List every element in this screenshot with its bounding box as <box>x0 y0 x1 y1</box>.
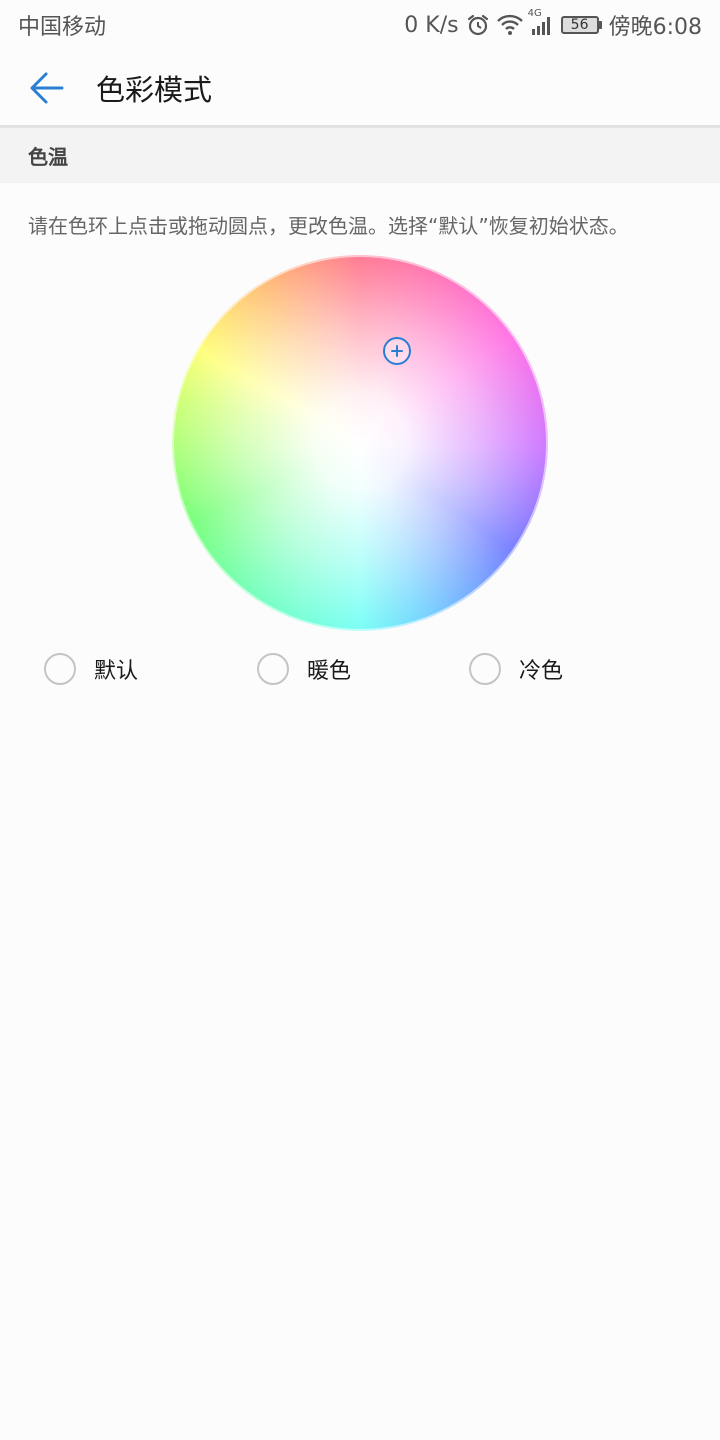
network-type-label: 4G <box>527 8 542 19</box>
color-wheel-handle[interactable] <box>383 337 411 365</box>
battery-level: 56 <box>560 16 599 34</box>
section-header-color-temperature: 色温 <box>0 128 720 183</box>
color-wheel[interactable] <box>172 255 548 631</box>
option-label-default: 默认 <box>94 659 139 684</box>
preset-options: 默认 暖色 冷色 <box>0 640 720 698</box>
option-default[interactable]: 默认 <box>44 640 138 698</box>
status-indicators: 0 K/s 4G 56 傍晚6:08 <box>404 8 702 41</box>
status-bar: 中国移动 0 K/s 4G 56 傍晚6:08 <box>0 0 720 50</box>
signal-icon: 4G <box>528 8 554 36</box>
arrow-left-icon <box>30 72 64 104</box>
carrier-name: 中国移动 <box>18 15 107 40</box>
alarm-icon <box>466 13 490 37</box>
instruction-text: 请在色环上点击或拖动圆点，更改色温。选择“默认”恢复初始状态。 <box>28 214 629 238</box>
app-bar: 色彩模式 <box>0 50 720 126</box>
back-button[interactable] <box>15 56 79 120</box>
clock: 傍晚6:08 <box>608 15 702 40</box>
radio-button-default[interactable] <box>44 653 76 685</box>
battery-icon: 56 <box>560 16 602 34</box>
battery-cap <box>598 21 602 29</box>
wifi-icon <box>496 14 523 36</box>
option-warm[interactable]: 暖色 <box>257 640 351 698</box>
option-label-cool: 冷色 <box>519 659 564 684</box>
plus-icon <box>391 345 403 357</box>
radio-button-warm[interactable] <box>257 653 289 685</box>
option-label-warm: 暖色 <box>307 659 352 684</box>
network-speed: 0 K/s <box>404 12 459 38</box>
option-cool[interactable]: 冷色 <box>469 640 563 698</box>
color-wheel-rim <box>172 255 548 631</box>
page-title: 色彩模式 <box>96 73 213 107</box>
radio-button-cool[interactable] <box>469 653 501 685</box>
